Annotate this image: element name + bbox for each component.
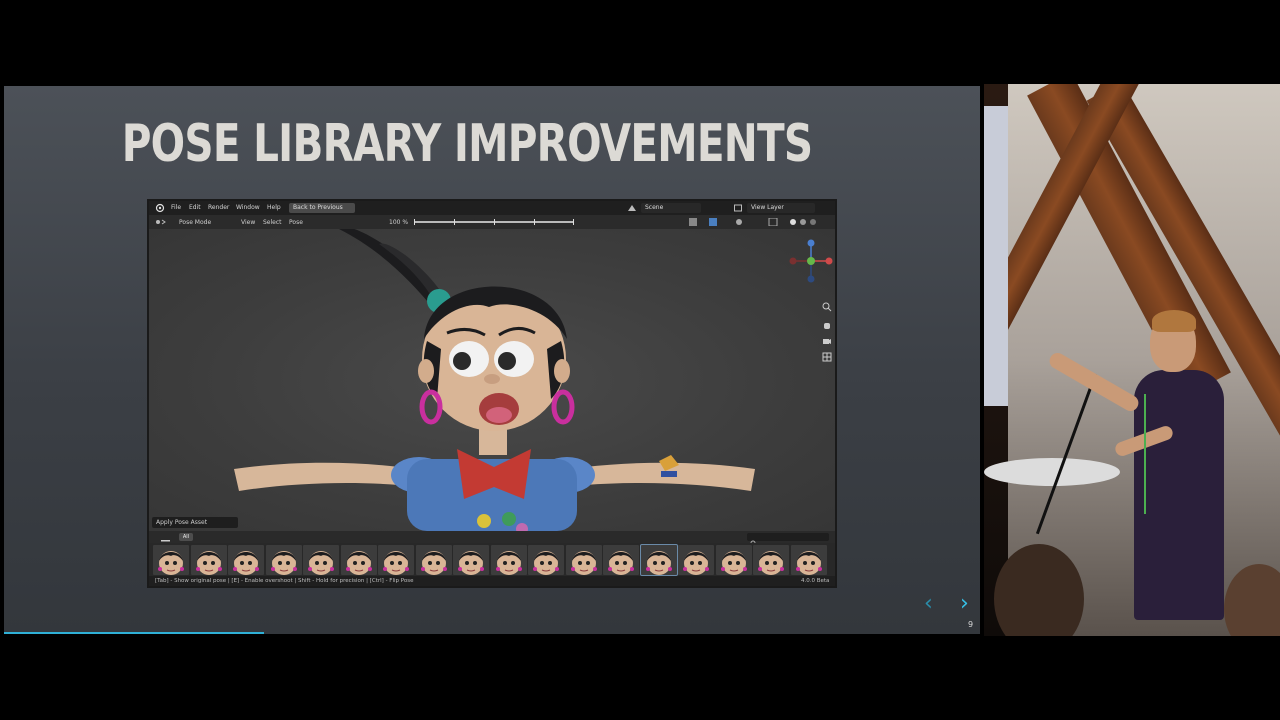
pose-blend-slider[interactable] (414, 219, 574, 225)
pose-thumbnail[interactable] (639, 544, 678, 576)
pose-thumbnail[interactable] (453, 545, 489, 575)
pose-asset-thumbnails (149, 543, 835, 576)
viewport-shading-icons[interactable] (689, 217, 829, 228)
pose-thumbnail[interactable] (790, 545, 827, 575)
pose-thumbnail[interactable] (190, 545, 227, 575)
pose-thumbnail[interactable] (565, 545, 602, 575)
slide-number: 9 (968, 620, 974, 629)
pose-mode-icon[interactable] (155, 218, 167, 228)
pose-thumbnail[interactable] (378, 545, 414, 575)
blender-window: File Edit Render Window Help Back to Pre… (149, 201, 835, 586)
view-layer-field[interactable]: View Layer (747, 203, 815, 213)
letterbox-top (0, 0, 1280, 84)
menu-render[interactable]: Render (208, 204, 229, 211)
status-bar: [Tab] - Show original pose | [E] - Enabl… (149, 576, 835, 586)
speaker-camera-feed (984, 84, 1280, 636)
projector-screen-edge (984, 106, 1008, 406)
presentation-slide: POSE LIBRARY IMPROVEMENTS File Edit Rend… (4, 86, 980, 634)
mode-select[interactable]: Pose Mode (179, 219, 211, 226)
pose-thumbnail[interactable] (490, 545, 527, 575)
zoom-percentage: 100 % (389, 219, 409, 226)
pose-thumbnail[interactable] (603, 545, 639, 575)
blender-logo-icon[interactable] (155, 203, 165, 215)
grid-icon[interactable] (822, 347, 832, 366)
menu-edit[interactable]: Edit (189, 204, 201, 211)
viewport-header: Pose Mode View Select Pose 100 % (149, 215, 835, 229)
pose-thumbnail[interactable] (153, 545, 189, 575)
pose-thumbnail[interactable] (415, 545, 452, 575)
status-hint: [Tab] - Show original pose | [E] - Enabl… (155, 578, 414, 584)
podium-table (984, 458, 1120, 486)
scene-field[interactable]: Scene (641, 203, 701, 213)
pose-thumbnail[interactable] (303, 545, 339, 575)
pose-thumbnail[interactable] (228, 545, 264, 575)
zoom-icon[interactable] (822, 297, 832, 316)
gizmo-axes-icon[interactable] (789, 239, 833, 287)
slide-title: POSE LIBRARY IMPROVEMENTS (121, 114, 813, 174)
letterbox-bottom (0, 636, 1280, 720)
pose-thumbnail[interactable] (753, 545, 789, 575)
asset-filter-all-tab[interactable]: All (179, 533, 193, 541)
menu-help[interactable]: Help (267, 204, 281, 211)
pose-thumbnail[interactable] (340, 545, 377, 575)
previous-slide-button[interactable]: ‹ (924, 591, 933, 616)
back-to-previous-button[interactable]: Back to Previous (289, 203, 355, 213)
asset-search-input[interactable] (747, 533, 829, 548)
speaker-hair (1152, 310, 1196, 332)
menu-window[interactable]: Window (236, 204, 260, 211)
blender-topbar: File Edit Render Window Help Back to Pre… (149, 201, 835, 215)
version-label: 4.0.0 Beta (801, 578, 830, 584)
slide-progress-bar (4, 632, 264, 634)
pose-thumbnail[interactable] (265, 545, 302, 575)
apply-pose-asset-panel[interactable]: Apply Pose Asset (152, 517, 238, 528)
scene-icon[interactable] (627, 203, 637, 215)
asset-shelf-header: All (149, 531, 835, 548)
header-pose[interactable]: Pose (289, 219, 303, 226)
next-slide-button[interactable]: › (960, 591, 969, 616)
view-layer-icon[interactable] (733, 203, 743, 215)
lanyard (1144, 394, 1158, 514)
pose-thumbnail[interactable] (715, 545, 752, 575)
character-render (234, 229, 755, 531)
pose-thumbnail[interactable] (528, 545, 564, 575)
pose-thumbnail[interactable] (678, 545, 714, 575)
header-select[interactable]: Select (263, 219, 282, 226)
header-view[interactable]: View (241, 219, 255, 226)
3d-viewport[interactable]: Apply Pose Asset (149, 229, 835, 531)
menu-file[interactable]: File (171, 204, 181, 211)
